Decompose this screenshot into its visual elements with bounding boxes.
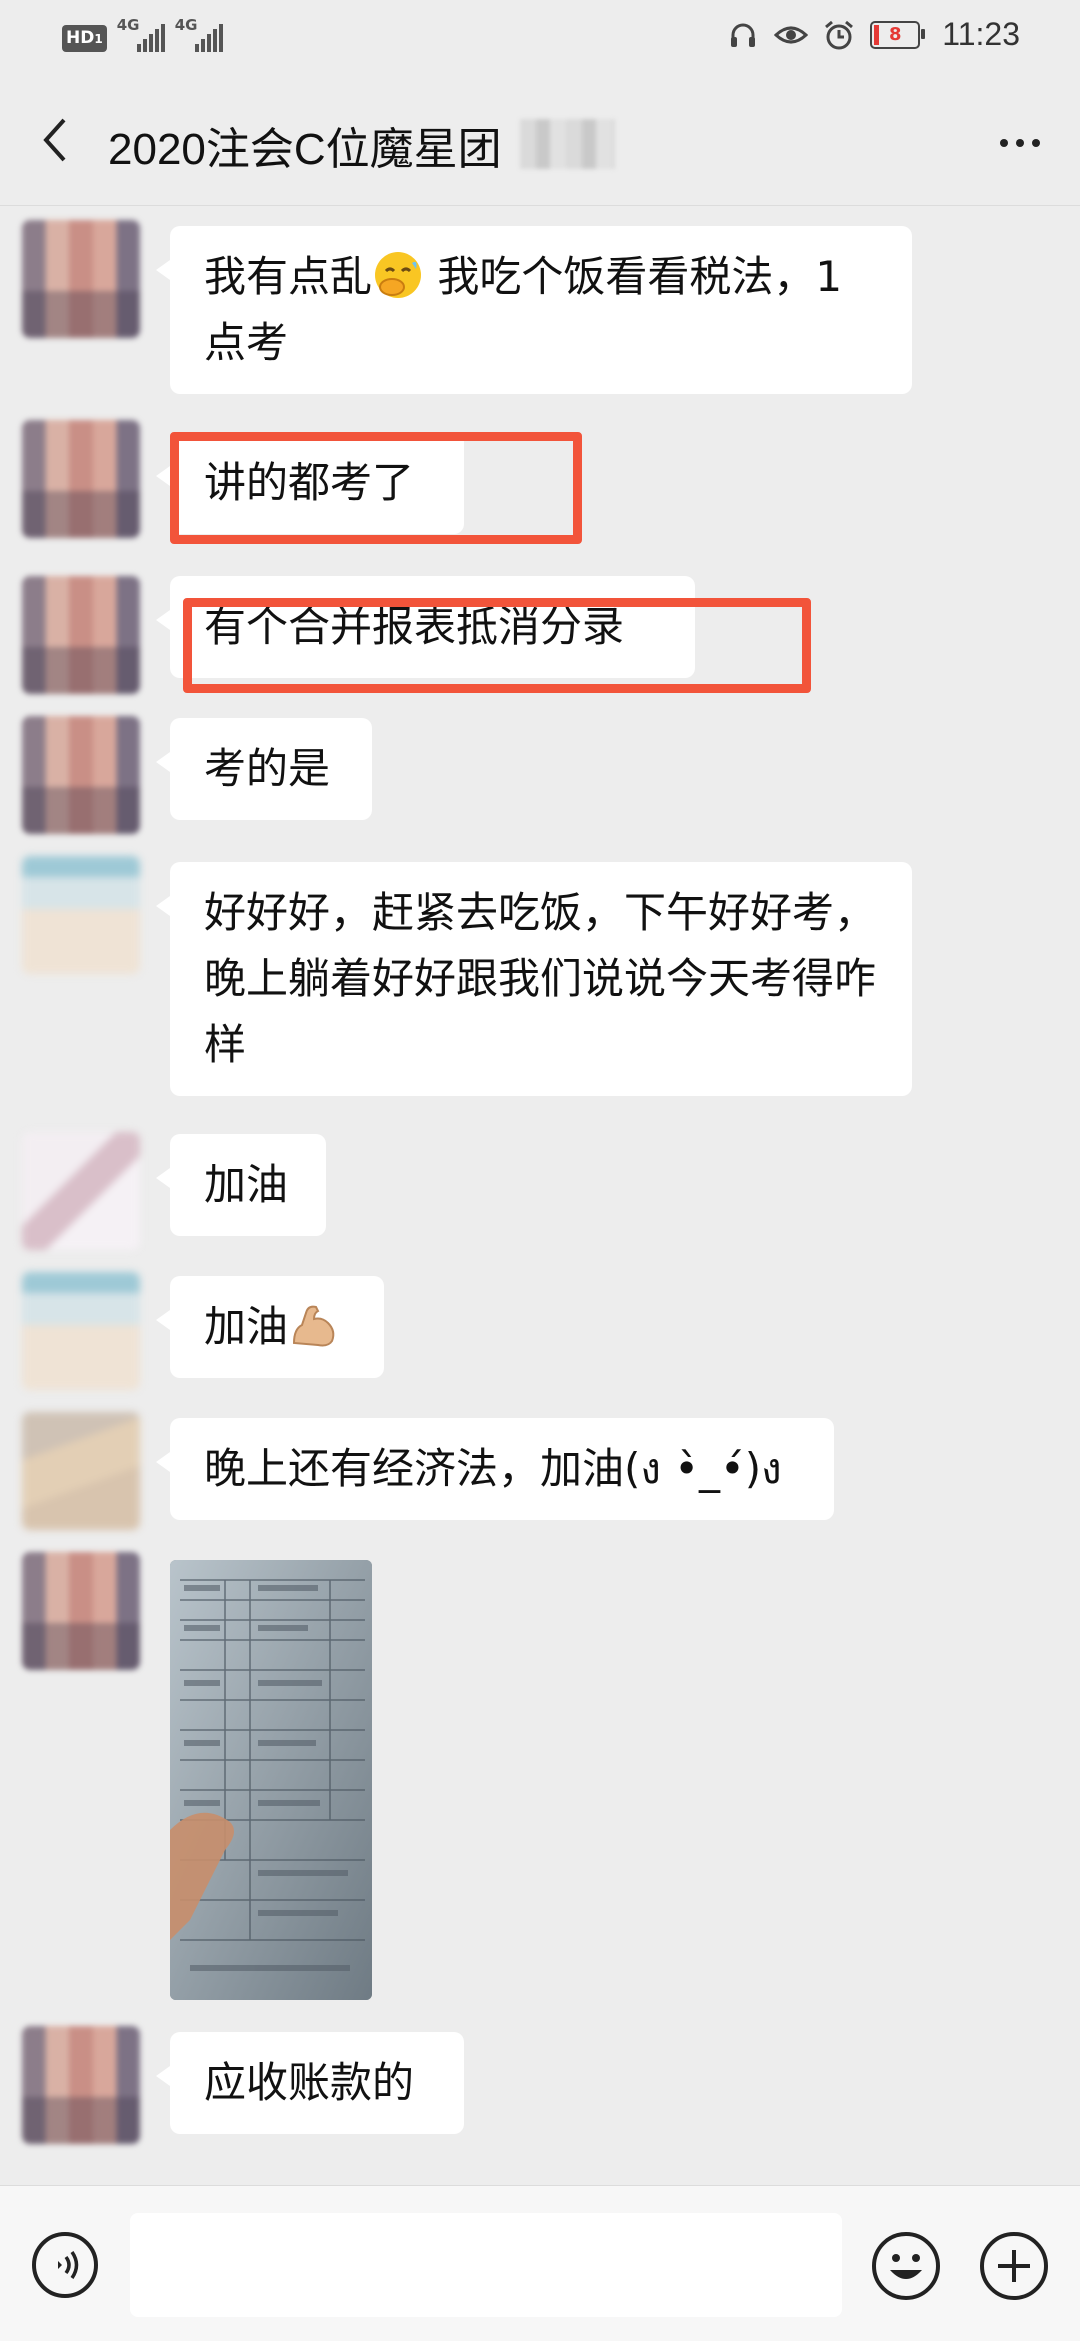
avatar[interactable]	[22, 856, 140, 974]
redacted-name	[520, 119, 615, 169]
eye-icon	[774, 18, 809, 52]
signal-icon: 4G	[117, 16, 165, 52]
message-bubble[interactable]: 晚上还有经济法，加油(ง •̀_•́)ง	[156, 1418, 834, 1520]
message-bubble[interactable]: 考的是	[156, 718, 372, 820]
image-message[interactable]	[170, 1560, 372, 2000]
signal-icon: 4G	[175, 16, 223, 52]
highlight-box	[183, 598, 811, 693]
chat-header: 2020注会C位魔星团	[0, 75, 1080, 206]
headphones-icon	[726, 18, 760, 52]
input-bar	[0, 2185, 1080, 2341]
avatar[interactable]	[22, 420, 140, 538]
message-bubble[interactable]: 加油	[156, 1134, 326, 1236]
clock: 11:23	[942, 16, 1020, 52]
face-hand-over-mouth-emoji	[372, 249, 424, 301]
message-bubble[interactable]: 我有点乱 我吃个饭看看税法，1点考	[156, 226, 912, 394]
avatar[interactable]	[22, 1132, 140, 1250]
avatar[interactable]	[22, 1412, 140, 1530]
highlight-box	[170, 432, 582, 544]
smiley-icon[interactable]	[870, 2230, 942, 2302]
message-bubble[interactable]: 应收账款的	[156, 2032, 464, 2134]
avatar[interactable]	[22, 1272, 140, 1390]
plus-icon[interactable]	[978, 2230, 1050, 2302]
more-dots-icon[interactable]	[990, 123, 1050, 163]
battery-icon: 8	[870, 20, 926, 49]
alarm-icon	[822, 18, 856, 52]
message-bubble[interactable]: 加油	[156, 1276, 384, 1378]
message-input[interactable]	[130, 2213, 842, 2317]
avatar[interactable]	[22, 716, 140, 834]
hd-badge: HD1	[62, 25, 107, 52]
status-left: HD1 4G 4G	[62, 16, 223, 52]
status-right: 8 11:23	[726, 16, 1020, 53]
avatar[interactable]	[22, 2026, 140, 2144]
chevron-left-icon[interactable]	[30, 115, 80, 165]
voice-icon[interactable]	[30, 2230, 100, 2300]
avatar[interactable]	[22, 576, 140, 694]
status-bar: HD1 4G 4G 8 11:23	[0, 0, 1080, 75]
message-bubble[interactable]: 好好好，赶紧去吃饭，下午好好考，晚上躺着好好跟我们说说今天考得咋样	[156, 862, 912, 1096]
avatar[interactable]	[22, 1552, 140, 1670]
flexed-biceps-emoji	[288, 1299, 340, 1351]
avatar[interactable]	[22, 220, 140, 338]
chat-title: 2020注会C位魔星团	[108, 125, 502, 174]
